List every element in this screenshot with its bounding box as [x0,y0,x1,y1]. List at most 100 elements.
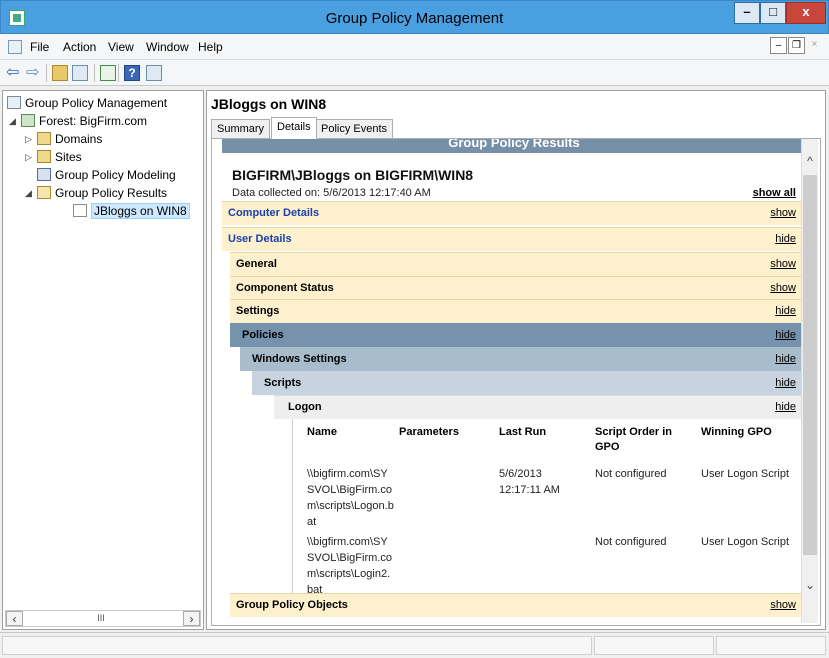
show-link[interactable]: show [770,594,796,616]
logon-scripts-table: Name Parameters Last Run Script Order in… [292,419,806,599]
hide-link[interactable]: hide [775,396,796,418]
child-window-icon[interactable] [8,40,22,54]
tree-item-jbloggs[interactable]: JBloggs on WIN8 [73,203,190,220]
section-scripts[interactable]: Scripts hide [252,371,806,395]
hide-link[interactable]: hide [775,324,796,346]
section-label: Component Status [236,282,334,294]
section-label: Settings [236,305,280,317]
expand-arrow-icon[interactable]: ▷ [25,134,35,145]
hide-link[interactable]: hide [775,372,796,394]
toolbar-separator [118,64,119,82]
forward-arrow-icon[interactable]: ⇨ [26,65,42,81]
tab-summary[interactable]: Summary [211,119,271,139]
child-restore-button[interactable]: ❐ [788,37,805,54]
up-folder-icon[interactable] [52,65,68,81]
window-title: Group Policy Management [325,10,504,27]
section-label: User Details [228,233,292,245]
status-bar [0,632,829,658]
section-label: Computer Details [228,207,320,219]
show-all-link[interactable]: show all [753,187,796,199]
tree-label: Sites [55,150,82,164]
last-run-date: 5/6/2013 [499,468,542,480]
section-label: General [236,258,277,270]
maximize-button[interactable]: □ [760,2,786,24]
show-link[interactable]: show [770,277,796,299]
minimize-button[interactable]: – [734,2,760,24]
expand-arrow-icon[interactable]: ▷ [25,152,35,163]
script-name-line: \\bigfirm.com\SY [307,468,388,480]
hide-link[interactable]: hide [775,228,796,250]
refresh-icon[interactable] [100,65,116,81]
section-user-details[interactable]: User Details hide [222,227,806,251]
section-policies[interactable]: Policies hide [230,323,806,347]
tree-horizontal-scrollbar[interactable]: ‹ III › [5,610,201,627]
show-tree-icon[interactable] [72,65,88,81]
forest-icon [21,114,35,127]
collapse-arrow-icon[interactable]: ◢ [9,116,19,127]
script-name-line: m\scripts\Logon.b [307,500,394,512]
child-minimize-button[interactable]: – [770,37,787,54]
collapse-arrow-icon[interactable]: ◢ [25,188,35,199]
menu-help[interactable]: Help [198,40,223,54]
properties-icon[interactable] [146,65,162,81]
report-header: Group Policy Results [222,139,806,153]
menu-file[interactable]: File [30,40,49,54]
section-label: Policies [242,329,284,341]
section-general[interactable]: General show [230,252,806,276]
tree-item-results[interactable]: Group Policy Results [37,185,167,202]
show-link[interactable]: show [770,202,796,224]
sites-icon [37,150,51,163]
report-icon [73,204,87,217]
child-close-button[interactable]: × [806,37,823,54]
column-header-winning-gpo: Winning GPO [701,426,772,438]
tree-item-root[interactable]: Group Policy Management [7,95,167,112]
tab-policy-events[interactable]: Policy Events [315,119,394,139]
tree-label: Domains [55,132,103,146]
tree-label: Forest: BigFirm.com [39,114,148,128]
script-name-line: m\scripts\Login2. [307,568,391,580]
column-header-parameters: Parameters [399,426,459,438]
script-name-line: at [307,516,317,528]
tree-item-modeling[interactable]: Group Policy Modeling [37,167,176,184]
section-group-policy-objects[interactable]: Group Policy Objects show [230,593,806,617]
help-icon[interactable]: ? [124,65,140,81]
scroll-thumb[interactable] [803,175,817,555]
modeling-icon [37,168,51,181]
tree-label: Group Policy Management [25,96,168,110]
report-vertical-scrollbar[interactable]: ^ ⌄ [801,139,818,623]
section-label: Logon [288,401,322,413]
domains-icon [37,132,51,145]
hide-link[interactable]: hide [775,300,796,322]
scroll-right-arrow-icon[interactable]: › [183,611,200,626]
menu-action[interactable]: Action [63,40,96,54]
section-component-status[interactable]: Component Status show [230,276,806,300]
tree-item-forest[interactable]: Forest: BigFirm.com [21,113,147,130]
hide-link[interactable]: hide [775,348,796,370]
section-computer-details[interactable]: Computer Details show [222,201,806,225]
menu-bar: File Action View Window Help – ❐ × [0,34,829,60]
section-windows-settings[interactable]: Windows Settings hide [240,347,806,371]
menu-view[interactable]: View [108,40,134,54]
back-arrow-icon[interactable]: ⇦ [6,65,22,81]
show-link[interactable]: show [770,253,796,275]
scroll-left-arrow-icon[interactable]: ‹ [6,611,23,626]
last-run-time: 12:17:11 AM [499,484,560,496]
section-settings[interactable]: Settings hide [230,299,806,323]
scroll-up-arrow-icon[interactable]: ^ [802,153,818,169]
data-collected-text: Data collected on: 5/6/2013 12:17:40 AM [232,187,431,199]
close-button[interactable]: x [786,2,826,24]
title-bar: Group Policy Management – □ x [0,0,829,34]
script-name-line: \\bigfirm.com\SY [307,536,388,548]
tab-details[interactable]: Details [271,117,317,139]
menu-window[interactable]: Window [146,40,189,54]
tree-label: Group Policy Modeling [55,168,176,182]
scroll-thumb[interactable]: III [86,613,116,624]
tree-label: JBloggs on WIN8 [91,203,190,219]
section-label: Windows Settings [252,353,347,365]
script-name-line: SVOL\BigFirm.co [307,552,392,564]
scroll-down-arrow-icon[interactable]: ⌄ [802,577,818,593]
section-logon[interactable]: Logon hide [274,395,806,419]
tree-item-sites[interactable]: Sites [37,149,82,166]
tree-item-domains[interactable]: Domains [37,131,102,148]
child-window-controls: – ❐ × [769,37,823,54]
